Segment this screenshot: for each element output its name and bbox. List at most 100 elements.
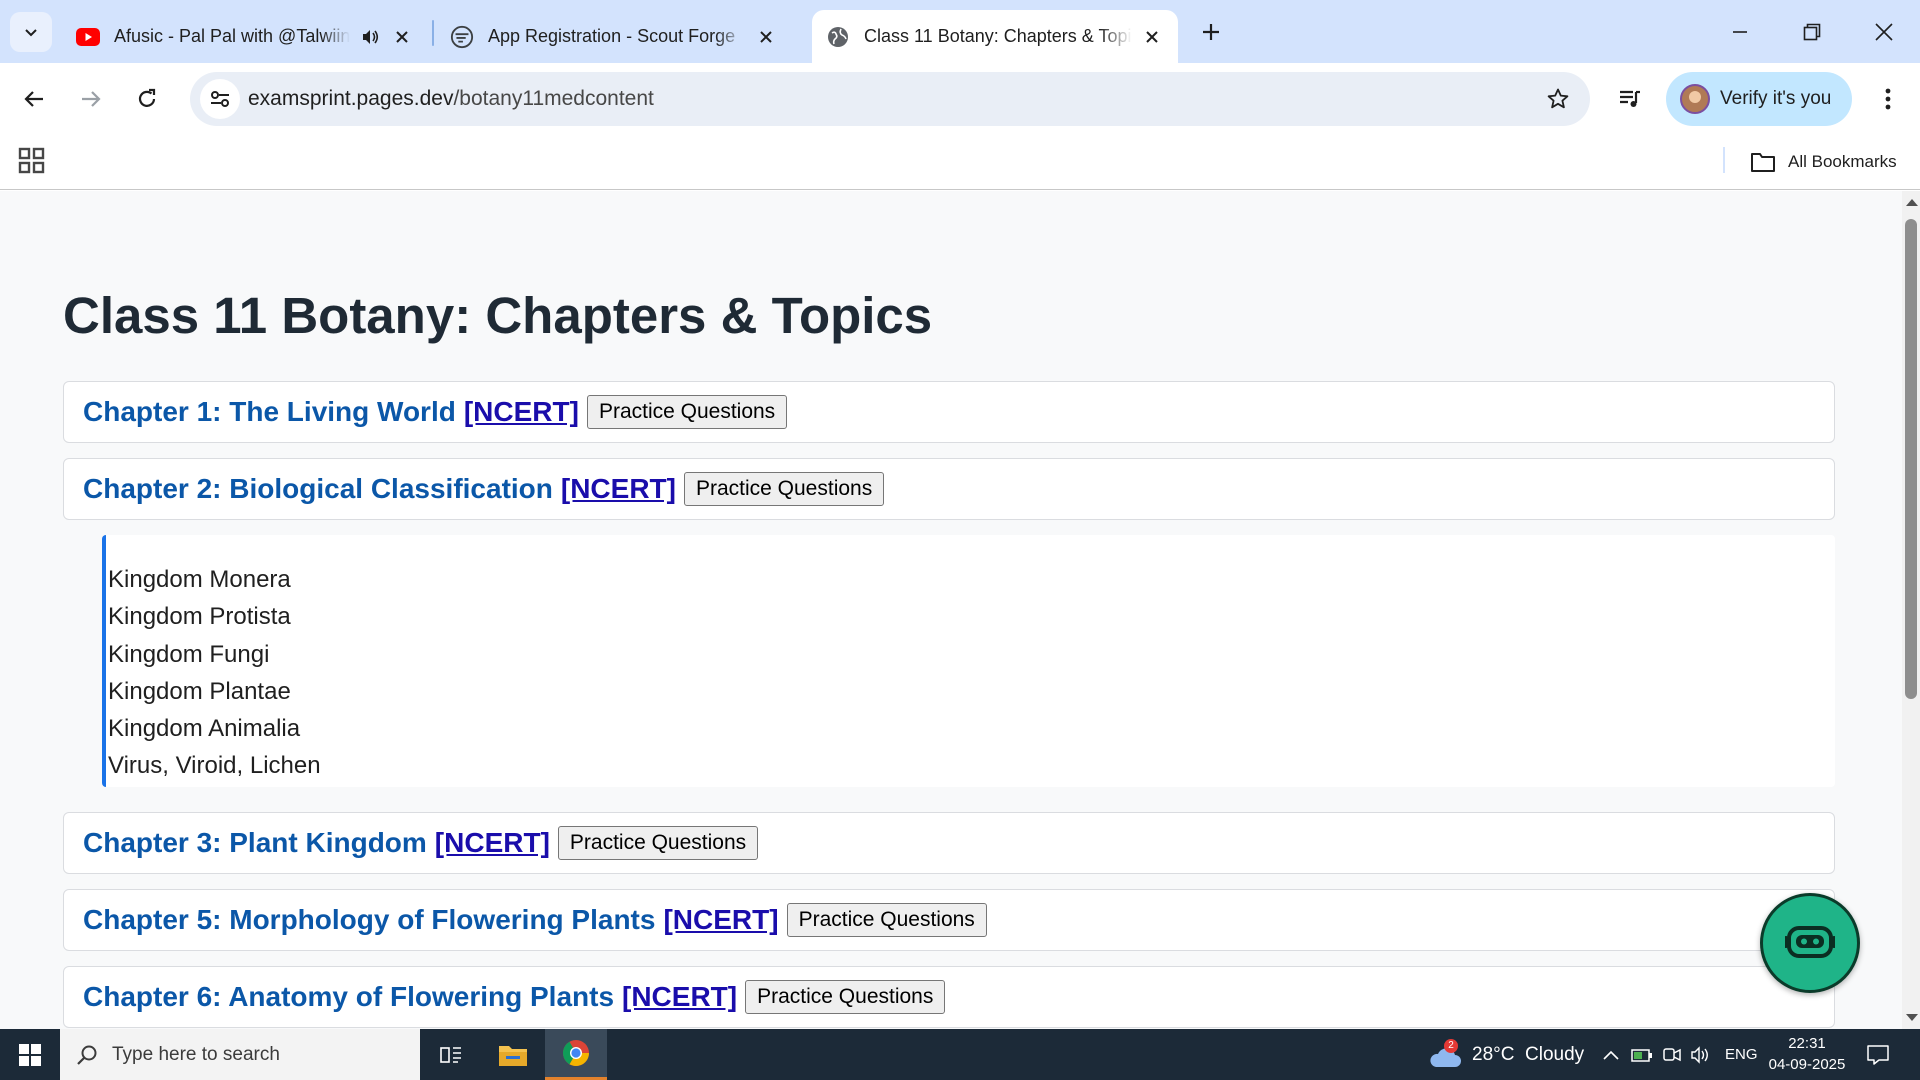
page-scrollbar[interactable] <box>1902 191 1920 1029</box>
speaker-icon[interactable] <box>358 25 382 49</box>
forward-button[interactable] <box>69 77 113 121</box>
language-indicator[interactable]: ENG <box>1725 1029 1758 1080</box>
bookmarks-separator <box>1723 147 1725 173</box>
tune-icon <box>211 91 229 107</box>
reload-button[interactable] <box>125 77 169 121</box>
close-icon[interactable] <box>1140 25 1164 49</box>
url-text[interactable]: examsprint.pages.dev/botany11medcontent <box>248 72 654 126</box>
chatbot-button[interactable] <box>1760 893 1860 993</box>
battery-icon[interactable] <box>1631 1029 1653 1080</box>
scrollbar-thumb[interactable] <box>1905 219 1917 699</box>
url-domain: examsprint.pages.dev <box>248 87 454 110</box>
forward-arrow-icon <box>82 91 101 107</box>
clock[interactable]: 22:31 04-09-2025 <box>1766 1033 1848 1075</box>
search-icon <box>77 1045 97 1065</box>
start-button[interactable] <box>0 1029 60 1080</box>
list-item: Kingdom Fungi <box>108 640 270 668</box>
youtube-icon <box>76 25 100 49</box>
all-bookmarks-label: All Bookmarks <box>1788 152 1897 171</box>
practice-questions-button[interactable]: Practice Questions <box>745 980 946 1014</box>
media-controls-button[interactable] <box>1608 77 1652 121</box>
tab-title: App Registration - Scout Forge <box>488 26 736 46</box>
scroll-down-arrow-icon[interactable] <box>1906 1014 1918 1021</box>
clock-date: 04-09-2025 <box>1768 1056 1846 1073</box>
tab-botany[interactable]: Class 11 Botany: Chapters & Topics <box>812 10 1178 63</box>
minimize-icon <box>1733 30 1747 33</box>
tab-title: Afusic - Pal Pal with @Talwiinder <box>114 26 350 46</box>
minimize-button[interactable] <box>1704 0 1776 63</box>
list-item: Kingdom Protista <box>108 603 291 631</box>
ncert-link[interactable]: [NCERT] <box>622 981 737 1013</box>
chapter-title[interactable]: Chapter 1: The Living World <box>83 396 456 428</box>
restore-button[interactable] <box>1776 0 1848 63</box>
tab-youtube[interactable]: Afusic - Pal Pal with @Talwiinder <box>62 10 428 63</box>
window-close-button[interactable] <box>1848 0 1920 63</box>
topic-list: Kingdom Monera Kingdom Protista Kingdom … <box>102 535 1835 787</box>
scout-forge-icon <box>450 25 474 49</box>
profile-label: Verify it's you <box>1720 88 1832 109</box>
taskbar: Type here to search 2 28°C Cloudy ENG 22… <box>0 1029 1920 1080</box>
back-button[interactable] <box>12 77 56 121</box>
meet-now-icon[interactable] <box>1662 1029 1682 1080</box>
file-explorer-button[interactable] <box>482 1029 544 1080</box>
more-vertical-icon <box>1885 88 1891 110</box>
taskbar-search-box[interactable]: Type here to search <box>60 1029 420 1080</box>
ncert-link[interactable]: [NCERT] <box>464 396 579 428</box>
chapter-title[interactable]: Chapter 6: Anatomy of Flowering Plants <box>83 981 614 1013</box>
chapter-title[interactable]: Chapter 5: Morphology of Flowering Plant… <box>83 904 655 936</box>
notifications-button[interactable] <box>1862 1039 1894 1071</box>
weather-widget[interactable]: 2 28°C Cloudy <box>1428 1029 1584 1080</box>
chapter-title[interactable]: Chapter 2: Biological Classification <box>83 473 553 505</box>
address-bar[interactable]: examsprint.pages.dev/botany11medcontent <box>190 72 1590 126</box>
browser-toolbar: examsprint.pages.dev/botany11medcontent … <box>0 63 1920 135</box>
ncert-link[interactable]: [NCERT] <box>561 473 676 505</box>
tab-scout-forge[interactable]: App Registration - Scout Forge <box>436 10 792 63</box>
volume-icon[interactable] <box>1690 1029 1712 1080</box>
chrome-taskbar-button[interactable] <box>545 1029 607 1080</box>
all-bookmarks-button[interactable]: All Bookmarks <box>1750 145 1897 179</box>
list-item: Virus, Viroid, Lichen <box>108 752 321 780</box>
profile-button[interactable]: Verify it's you <box>1666 72 1852 126</box>
new-tab-button[interactable] <box>1193 14 1229 50</box>
list-item: Kingdom Plantae <box>108 677 291 705</box>
chapter-row[interactable]: Chapter 2: Biological Classification [NC… <box>63 458 1835 520</box>
plus-icon <box>1203 24 1219 40</box>
chapter-row[interactable]: Chapter 6: Anatomy of Flowering Plants [… <box>63 966 1835 1028</box>
search-placeholder: Type here to search <box>112 1043 280 1065</box>
windows-icon <box>19 1043 41 1066</box>
practice-questions-button[interactable]: Practice Questions <box>786 903 987 937</box>
close-icon[interactable] <box>390 25 414 49</box>
folder-icon <box>499 1045 527 1066</box>
tab-separator <box>432 20 434 46</box>
chapter-title[interactable]: Chapter 3: Plant Kingdom <box>83 827 427 859</box>
cloud-icon: 2 <box>1428 1038 1462 1068</box>
globe-icon <box>826 25 850 49</box>
task-view-icon <box>440 1046 461 1063</box>
browser-menu-button[interactable] <box>1866 77 1910 121</box>
restore-icon <box>1803 23 1821 40</box>
chapter-row[interactable]: Chapter 3: Plant Kingdom [NCERT] Practic… <box>63 812 1835 874</box>
scroll-up-arrow-icon[interactable] <box>1906 199 1918 206</box>
show-hidden-icons-button[interactable] <box>1602 1029 1620 1080</box>
close-icon <box>1875 22 1893 41</box>
chapter-row[interactable]: Chapter 5: Morphology of Flowering Plant… <box>63 889 1835 951</box>
apps-grid-icon[interactable] <box>18 147 46 175</box>
chapter-row[interactable]: Chapter 1: The Living World [NCERT] Prac… <box>63 381 1835 443</box>
chrome-icon <box>562 1040 590 1067</box>
practice-questions-button[interactable]: Practice Questions <box>683 472 885 506</box>
ncert-link[interactable]: [NCERT] <box>663 904 778 936</box>
ncert-link[interactable]: [NCERT] <box>435 827 550 859</box>
reload-icon <box>138 88 156 107</box>
page-title: Class 11 Botany: Chapters & Topics <box>63 287 933 344</box>
task-view-button[interactable] <box>420 1029 482 1080</box>
page-viewport: Class 11 Botany: Chapters & Topics Chapt… <box>0 191 1902 1029</box>
clock-time: 22:31 <box>1788 1035 1826 1052</box>
close-icon[interactable] <box>754 25 778 49</box>
queue-music-icon <box>1620 90 1640 107</box>
practice-questions-button[interactable]: Practice Questions <box>586 395 788 429</box>
practice-questions-button[interactable]: Practice Questions <box>557 826 759 860</box>
bookmark-star-button[interactable] <box>1538 79 1578 119</box>
tab-search-button[interactable] <box>10 12 52 52</box>
site-info-button[interactable] <box>200 79 240 119</box>
avatar <box>1680 84 1710 114</box>
